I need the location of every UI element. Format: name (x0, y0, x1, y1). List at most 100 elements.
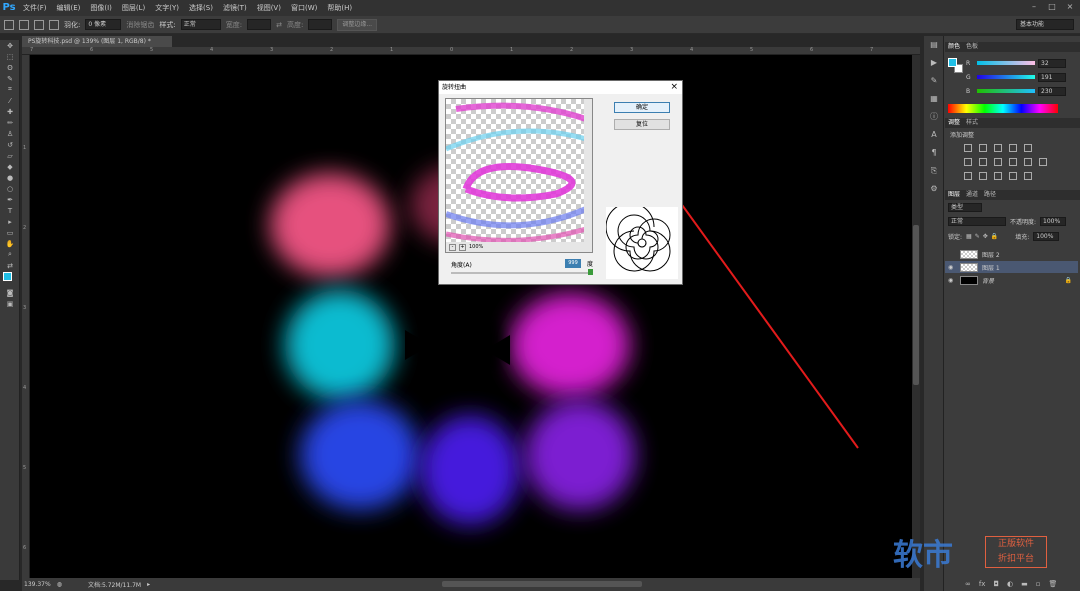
clone-source-icon[interactable]: ⎘ (924, 162, 944, 180)
add-mask-icon[interactable]: ◘ (993, 580, 999, 588)
eye-icon[interactable]: ◉ (948, 277, 956, 284)
invert-icon[interactable] (964, 172, 972, 180)
swap-colors-icon[interactable]: ⇄ (0, 260, 20, 271)
ok-button[interactable]: 确定 (614, 102, 670, 113)
history-panel-icon[interactable]: ▤ (924, 36, 944, 54)
move-tool-icon[interactable]: ✥ (0, 40, 20, 51)
quick-mask-icon[interactable]: ◙ (0, 287, 20, 298)
brightness-icon[interactable] (964, 144, 972, 152)
layer-row[interactable]: 图层 2 (945, 248, 1078, 260)
character-panel-icon[interactable]: A (924, 126, 944, 144)
info-panel-icon[interactable]: ⓘ (924, 108, 944, 126)
menu-window[interactable]: 窗口(W) (286, 0, 322, 16)
color-balance-icon[interactable] (979, 158, 987, 166)
lasso-tool-icon[interactable]: ʘ (0, 62, 20, 73)
menu-edit[interactable]: 编辑(E) (52, 0, 86, 16)
menu-image[interactable]: 图像(I) (85, 0, 117, 16)
refine-edge-button[interactable]: 调整边缘... (337, 18, 378, 31)
fill-input[interactable]: 100% (1033, 232, 1060, 241)
status-arrow-icon[interactable]: ▸ (147, 581, 150, 588)
brush-panel-icon[interactable]: ✎ (924, 72, 944, 90)
dodge-tool-icon[interactable]: ○ (0, 183, 20, 194)
curves-icon[interactable] (994, 144, 1002, 152)
link-layers-icon[interactable]: ∞ (965, 580, 971, 588)
healing-brush-icon[interactable]: ✚ (0, 106, 20, 117)
paragraph-panel-icon[interactable]: ¶ (924, 144, 944, 162)
marquee-tool-icon[interactable] (4, 19, 14, 30)
menu-file[interactable]: 文件(F) (18, 0, 52, 16)
document-tab[interactable]: PS旋转科技.psd @ 139% (图层 1, RGB/8) * (22, 36, 172, 47)
menu-type[interactable]: 文字(Y) (150, 0, 184, 16)
brush-tool-icon[interactable]: ✏ (0, 117, 20, 128)
zoom-out-button[interactable]: - (449, 243, 456, 251)
antialias-checkbox[interactable]: 消除锯齿 (126, 20, 154, 30)
crop-tool-icon[interactable]: ⌗ (0, 84, 20, 95)
workspace-select[interactable]: 基本功能 (1016, 19, 1074, 30)
foreground-color[interactable] (948, 58, 957, 67)
layer-row[interactable]: ◉ 背景 🔒 (945, 274, 1078, 286)
marquee-tool-icon[interactable]: ⬚ (0, 51, 20, 62)
properties-panel-icon[interactable]: ▦ (924, 90, 944, 108)
new-selection-icon[interactable] (19, 19, 29, 30)
subtract-selection-icon[interactable] (49, 19, 59, 30)
horizontal-scroll-thumb[interactable] (442, 581, 642, 587)
pen-tool-icon[interactable]: ✒ (0, 194, 20, 205)
layer-kind-select[interactable]: 类型 (948, 203, 982, 212)
height-input[interactable] (308, 19, 333, 30)
new-group-icon[interactable]: ▬ (1021, 580, 1028, 588)
menu-view[interactable]: 视图(V) (252, 0, 286, 16)
tab-layers[interactable]: 图层 (948, 190, 960, 200)
blend-mode-select[interactable]: 正常 (948, 217, 1006, 226)
layer-style-icon[interactable]: fx (979, 580, 986, 588)
width-input[interactable] (247, 19, 272, 30)
exposure-icon[interactable] (1009, 144, 1017, 152)
blue-slider[interactable] (977, 89, 1035, 93)
preview-scrollbar[interactable] (584, 99, 592, 244)
menu-select[interactable]: 选择(S) (184, 0, 218, 16)
foreground-swatch[interactable] (3, 272, 12, 281)
minimize-button[interactable]: – (1028, 2, 1040, 12)
zoom-in-button[interactable]: + (459, 243, 466, 251)
menu-layer[interactable]: 图层(L) (117, 0, 150, 16)
zoom-level[interactable]: 139.37% (24, 581, 51, 588)
black-white-icon[interactable] (994, 158, 1002, 166)
color-swatches[interactable] (0, 271, 20, 287)
menu-filter[interactable]: 滤镜(T) (218, 0, 252, 16)
threshold-icon[interactable] (994, 172, 1002, 180)
vertical-scrollbar[interactable] (912, 55, 920, 578)
menu-help[interactable]: 帮助(H) (322, 0, 357, 16)
hue-saturation-icon[interactable] (964, 158, 972, 166)
angle-slider-thumb[interactable] (588, 269, 593, 275)
delete-layer-icon[interactable]: 🗑 (1048, 580, 1057, 588)
tab-swatches[interactable]: 色板 (966, 42, 978, 52)
vibrance-icon[interactable] (1024, 144, 1032, 152)
tab-styles[interactable]: 样式 (966, 118, 978, 128)
maximize-button[interactable]: □ (1046, 2, 1058, 12)
red-input[interactable]: 32 (1038, 58, 1066, 68)
channel-mixer-icon[interactable] (1024, 158, 1032, 166)
tab-adjustments[interactable]: 调整 (948, 118, 960, 128)
gradient-map-icon[interactable] (1009, 172, 1017, 180)
blur-tool-icon[interactable]: ● (0, 172, 20, 183)
green-input[interactable]: 191 (1038, 72, 1066, 82)
filter-preview[interactable]: - + 100% (445, 98, 593, 253)
close-button[interactable]: × (1064, 2, 1076, 12)
photo-filter-icon[interactable] (1009, 158, 1017, 166)
eraser-icon[interactable]: ▱ (0, 150, 20, 161)
color-spectrum[interactable] (948, 104, 1058, 113)
vertical-scroll-thumb[interactable] (913, 225, 919, 385)
posterize-icon[interactable] (979, 172, 987, 180)
angle-slider[interactable] (451, 269, 593, 275)
add-selection-icon[interactable] (34, 19, 44, 30)
angle-input[interactable]: 999 (565, 259, 581, 268)
style-select[interactable]: 正常 (180, 19, 221, 30)
history-brush-icon[interactable]: ↺ (0, 139, 20, 150)
layer-row-selected[interactable]: ◉ 图层 1 (945, 261, 1078, 273)
tool-presets-icon[interactable]: ⚙ (924, 180, 944, 198)
zoom-tool-icon[interactable]: ⌕ (0, 249, 20, 260)
clone-stamp-icon[interactable]: ♙ (0, 128, 20, 139)
tab-channels[interactable]: 通道 (966, 190, 978, 200)
paint-bucket-icon[interactable]: ◆ (0, 161, 20, 172)
reset-button[interactable]: 复位 (614, 119, 670, 130)
blue-input[interactable]: 230 (1038, 86, 1066, 96)
